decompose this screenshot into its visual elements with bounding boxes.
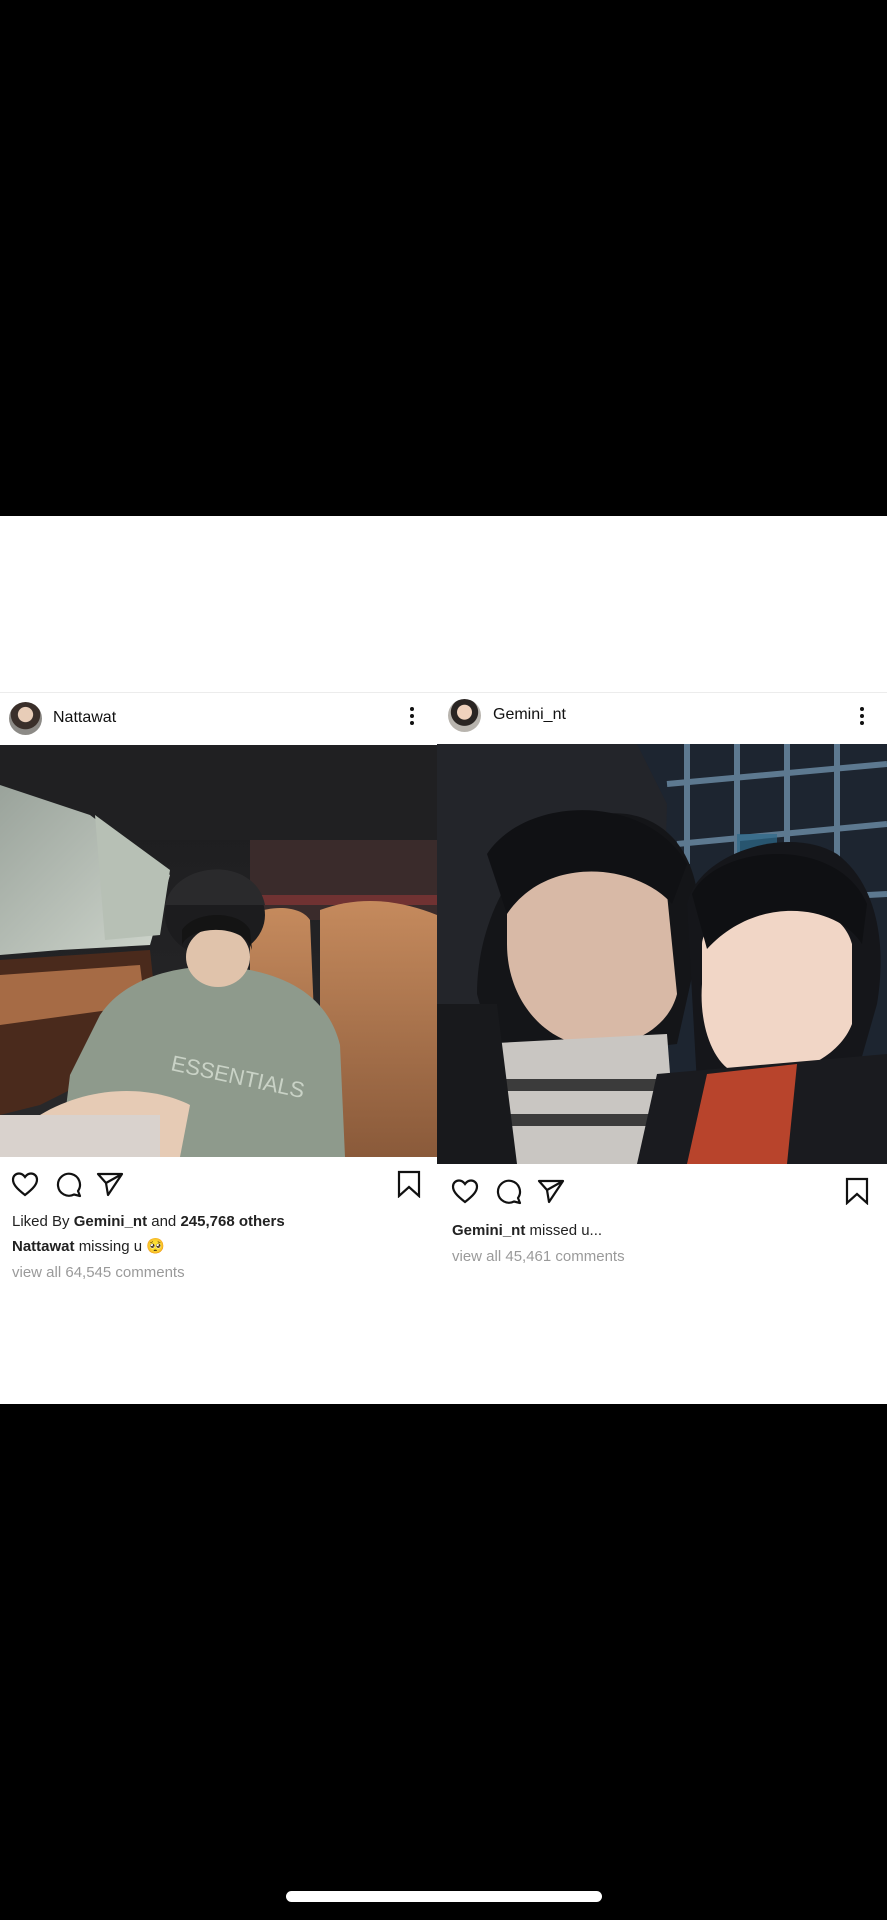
selfie-photo (437, 744, 887, 1164)
post-actions (437, 1164, 887, 1218)
view-comments-link[interactable]: view all 64,545 comments (0, 1259, 437, 1286)
share-icon[interactable] (537, 1178, 565, 1204)
caption-text: missing u 🥺 (78, 1238, 165, 1255)
post-header: Nattawat (0, 692, 437, 745)
bookmark-icon[interactable] (397, 1170, 421, 1198)
likes-count[interactable]: 245,768 others (180, 1213, 284, 1230)
heart-icon[interactable] (451, 1178, 479, 1204)
post-username[interactable]: Gemini_nt (493, 706, 566, 724)
caption-line: Nattawat missing u 🥺 (0, 1234, 437, 1259)
caption-line: Gemini_nt missed u... (437, 1218, 887, 1243)
top-letterbox (0, 0, 887, 516)
post-nattawat: Nattawat ESSENTIALS Liked By Gemini_nt a… (0, 692, 437, 1286)
bookmark-icon[interactable] (845, 1177, 869, 1205)
share-icon[interactable] (96, 1171, 124, 1197)
liked-by-user[interactable]: Gemini_nt (74, 1213, 147, 1230)
heart-icon[interactable] (11, 1171, 39, 1197)
post-gemini: Gemini_nt Gemini_nt missed u... view all… (437, 692, 887, 1270)
post-photo[interactable]: ESSENTIALS (0, 745, 437, 1157)
avatar[interactable] (9, 702, 42, 735)
post-actions (0, 1157, 437, 1209)
more-options-icon[interactable] (409, 707, 415, 727)
home-indicator[interactable] (286, 1891, 602, 1902)
view-comments-link[interactable]: view all 45,461 comments (437, 1243, 887, 1270)
likes-prefix: Liked By (12, 1213, 70, 1230)
post-photo[interactable] (437, 744, 887, 1164)
more-options-icon[interactable] (859, 707, 865, 727)
comment-icon[interactable] (54, 1170, 82, 1198)
caption-text: missed u... (529, 1222, 603, 1239)
post-username[interactable]: Nattawat (53, 709, 116, 727)
caption-username[interactable]: Gemini_nt (452, 1222, 525, 1239)
caption-username[interactable]: Nattawat (12, 1238, 75, 1255)
avatar[interactable] (448, 699, 481, 732)
comment-icon[interactable] (494, 1177, 522, 1205)
car-interior-photo: ESSENTIALS (0, 745, 437, 1157)
likes-and: and (151, 1213, 177, 1230)
likes-line: Liked By Gemini_nt and 245,768 others (0, 1209, 437, 1234)
bottom-letterbox (0, 1404, 887, 1920)
post-header: Gemini_nt (437, 692, 887, 745)
